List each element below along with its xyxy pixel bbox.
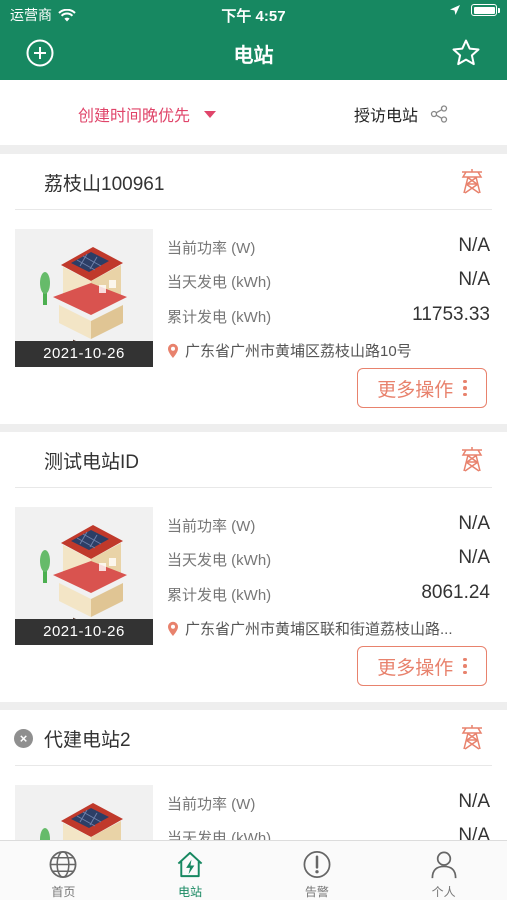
divider <box>15 487 492 488</box>
globe-icon <box>49 851 77 878</box>
today-energy-label: 当天发电 (kWh) <box>167 830 272 840</box>
today-energy-value: N/A <box>458 547 490 568</box>
today-energy-label: 当天发电 (kWh) <box>167 274 272 291</box>
total-energy-value: 11753.33 <box>412 304 490 325</box>
tab-label: 首页 <box>51 885 76 899</box>
station-address: 广东省广州市黄埔区联和街道荔枝山路... <box>167 618 492 639</box>
today-energy-value: N/A <box>458 269 490 290</box>
station-thumbnail[interactable]: 2021-10-26 <box>15 229 153 367</box>
current-power-label: 当前功率 (W) <box>167 240 256 257</box>
tab-alerts[interactable]: 告警 <box>254 841 381 900</box>
sort-label: 创建时间晚优先 <box>78 108 191 125</box>
tab-stations[interactable]: 电站 <box>127 841 254 900</box>
more-actions-button[interactable]: 更多操作 <box>357 646 487 686</box>
more-vertical-icon <box>463 379 467 397</box>
station-name: 代建电站2 <box>44 730 131 751</box>
divider <box>15 209 492 210</box>
power-tower-icon <box>461 169 483 194</box>
power-tower-icon <box>461 447 483 472</box>
filter-bar: 创建时间晚优先 授访电站 <box>0 80 507 146</box>
status-time: 下午 4:57 <box>221 8 286 25</box>
station-card[interactable]: × 代建电站2 当前功率 (W) N/A 当天发电 (kWh) N/A <box>0 710 507 840</box>
divider <box>0 702 507 710</box>
share-icon <box>430 105 448 123</box>
station-thumbnail[interactable] <box>15 785 153 840</box>
station-thumbnail[interactable]: 2021-10-26 <box>15 507 153 645</box>
location-pin-icon <box>168 621 178 636</box>
today-energy-label: 当天发电 (kWh) <box>167 552 272 569</box>
more-vertical-icon <box>463 657 467 675</box>
house-solar-image <box>40 247 127 345</box>
visit-stations-button[interactable]: 授访电站 <box>354 102 448 126</box>
station-address: 广东省广州市黄埔区荔枝山路10号 <box>167 340 492 361</box>
divider <box>0 424 507 432</box>
status-bar: 运营商 下午 4:57 <box>0 0 507 28</box>
tab-home[interactable]: 首页 <box>0 841 127 900</box>
current-power-value: N/A <box>458 513 490 534</box>
tab-label: 告警 <box>304 885 329 899</box>
power-tower-icon <box>461 725 483 750</box>
station-name: 荔枝山100961 <box>44 174 165 195</box>
current-power-label: 当前功率 (W) <box>167 796 256 813</box>
station-date: 2021-10-26 <box>15 341 153 367</box>
header: 运营商 下午 4:57 电站 <box>0 0 507 80</box>
tab-label: 电站 <box>178 885 203 899</box>
nav-bar: 电站 <box>0 28 507 80</box>
house-solar-image <box>40 525 127 623</box>
station-card[interactable]: 测试电站ID 2021-10-26 当前功率 (W) N/A 当天发电 (kWh… <box>0 432 507 702</box>
close-icon[interactable]: × <box>14 729 33 748</box>
today-energy-value: N/A <box>458 825 490 840</box>
current-power-value: N/A <box>458 791 490 812</box>
location-pin-icon <box>168 343 178 358</box>
address-text: 广东省广州市黄埔区联和街道荔枝山路... <box>185 621 453 638</box>
total-energy-value: 8061.24 <box>421 582 490 603</box>
station-card[interactable]: 荔枝山100961 2021-10-26 当前功率 (W) N/A 当天发电 (… <box>0 154 507 424</box>
location-arrow-icon <box>450 5 460 15</box>
sort-dropdown[interactable]: 创建时间晚优先 <box>78 102 217 126</box>
station-name: 测试电站ID <box>44 452 140 473</box>
visit-label: 授访电站 <box>354 108 419 125</box>
house-bolt-icon <box>177 851 203 878</box>
station-date: 2021-10-26 <box>15 619 153 645</box>
house-solar-image <box>40 803 123 840</box>
more-actions-button[interactable]: 更多操作 <box>357 368 487 408</box>
caret-down-icon <box>204 110 217 118</box>
battery-icon <box>471 4 500 16</box>
more-actions-label: 更多操作 <box>377 657 454 679</box>
tab-profile[interactable]: 个人 <box>380 841 507 900</box>
address-text: 广东省广州市黄埔区荔枝山路10号 <box>185 343 412 360</box>
favorite-star-button[interactable] <box>451 38 481 68</box>
total-energy-label: 累计发电 (kWh) <box>167 309 272 326</box>
alert-icon <box>303 851 331 878</box>
person-icon <box>431 851 457 879</box>
divider <box>0 146 507 154</box>
tab-label: 个人 <box>431 885 456 899</box>
total-energy-label: 累计发电 (kWh) <box>167 587 272 604</box>
more-actions-label: 更多操作 <box>377 379 454 401</box>
current-power-value: N/A <box>458 235 490 256</box>
tab-bar: 首页 电站 告警 个人 <box>0 840 507 900</box>
divider <box>15 765 492 766</box>
current-power-label: 当前功率 (W) <box>167 518 256 535</box>
page-title: 电站 <box>233 45 274 67</box>
